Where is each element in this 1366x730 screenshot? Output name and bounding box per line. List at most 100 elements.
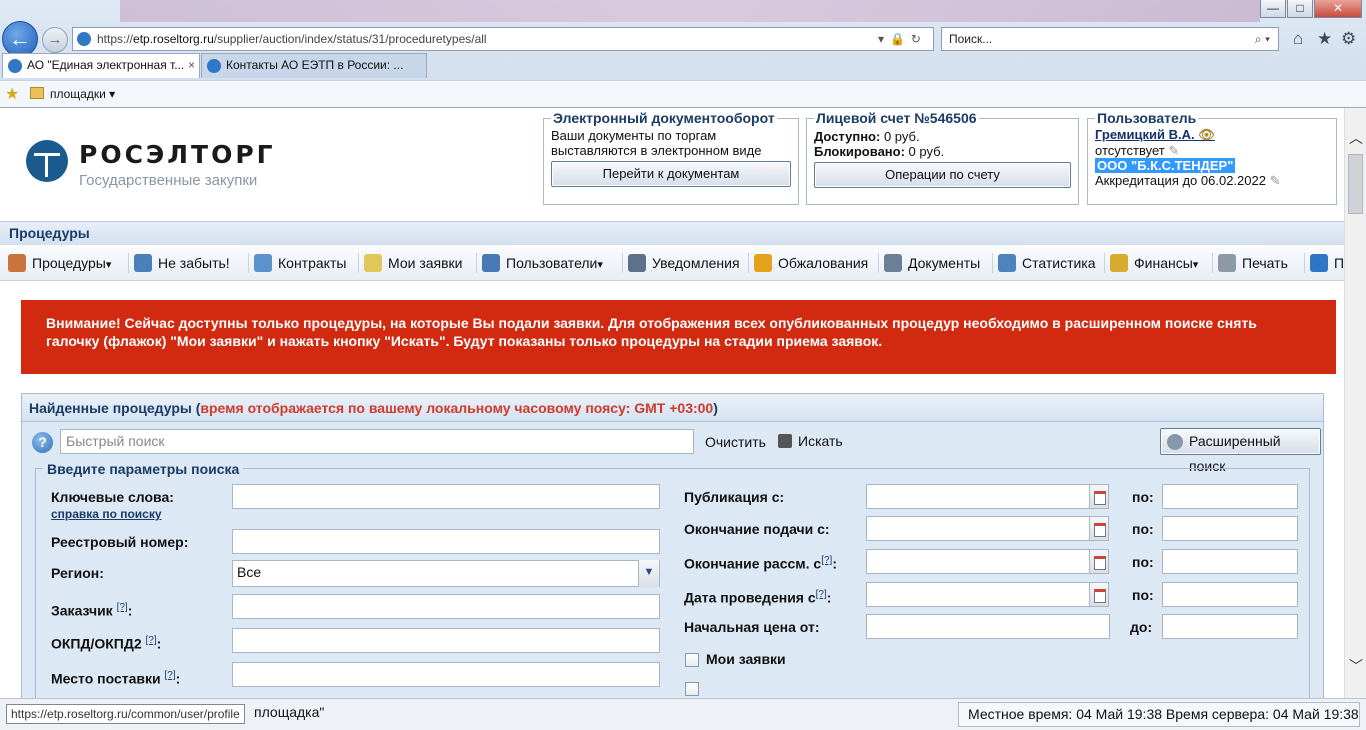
review-end-to-input[interactable] — [1162, 549, 1298, 574]
menu-separator — [128, 253, 129, 273]
go-to-documents-button[interactable]: Перейти к документам — [551, 161, 791, 187]
menu-icon-3 — [364, 254, 382, 272]
start-price-from-input[interactable] — [866, 614, 1110, 639]
delivery-input[interactable] — [232, 662, 660, 687]
menu-item-label: Печать — [1242, 255, 1288, 271]
user-org[interactable]: ООО "Б.К.С.ТЕНДЕР" — [1095, 158, 1236, 173]
edo-line-2: выставляются в электронном виде — [551, 143, 762, 158]
menu-item-label: Мои заявки — [388, 255, 463, 271]
panel-title-close: ) — [713, 400, 718, 416]
account-operations-button[interactable]: Операции по счету — [814, 162, 1071, 188]
okpd-hint-link[interactable]: [?] — [146, 635, 157, 646]
menu-item-2[interactable]: Контракты — [254, 245, 346, 280]
menu-item-5[interactable]: Уведомления — [628, 245, 740, 280]
tab-favicon-icon — [207, 59, 221, 73]
search-button-label: Искать — [798, 433, 843, 449]
delivery-hint-link[interactable]: [?] — [165, 670, 176, 681]
forward-arrow-icon[interactable]: → — [42, 27, 68, 53]
menu-item-6[interactable]: Обжалования — [754, 245, 868, 280]
menu-item-9[interactable]: Финансы▾ — [1110, 245, 1198, 280]
back-arrow-icon[interactable]: ← — [2, 21, 38, 57]
review-end-from-input[interactable] — [866, 549, 1091, 574]
held-date-hint-link[interactable]: [?] — [816, 589, 827, 600]
delivery-colon: : — [175, 670, 181, 687]
chevron-up-icon[interactable]: ︿ — [1349, 128, 1363, 148]
pencil-icon[interactable]: ✎ — [1168, 143, 1179, 158]
calendar-icon[interactable] — [1089, 484, 1109, 509]
address-tools-icons[interactable]: ▾🔒↻ — [878, 28, 927, 50]
chevron-down-icon[interactable]: ﹀ — [1349, 656, 1363, 676]
customer-input[interactable] — [232, 594, 660, 619]
browser-chrome: — □ ✕ ← → https://etp.roseltorg.ru/suppl… — [0, 0, 1366, 108]
start-price-to-input[interactable] — [1162, 614, 1298, 639]
okpd-input[interactable] — [232, 628, 660, 653]
second-checkbox[interactable] — [685, 682, 699, 696]
favorites-star-icon[interactable]: ★ — [1317, 29, 1332, 49]
roseltorg-logo-icon[interactable] — [26, 140, 68, 182]
submit-end-from-label: Окончание подачи с: — [684, 521, 830, 537]
user-name-link[interactable]: Гремицкий В.А. 👁 — [1095, 127, 1329, 143]
maximize-button[interactable]: □ — [1287, 0, 1313, 18]
pencil-icon[interactable]: ✎ — [1270, 173, 1281, 188]
blocked-value: 0 руб. — [904, 144, 945, 159]
menu-icon-0 — [8, 254, 26, 272]
favorites-add-icon[interactable]: ★ — [5, 84, 19, 104]
search-button[interactable]: Искать — [778, 433, 843, 449]
advanced-search-button[interactable]: Расширенный поиск — [1160, 428, 1321, 474]
submit-end-to-input[interactable] — [1162, 516, 1298, 541]
published-to-input[interactable] — [1162, 484, 1298, 509]
menu-item-label: Не забыть! — [158, 255, 230, 271]
help-icon[interactable]: ? — [32, 432, 53, 453]
address-bar[interactable]: https://etp.roseltorg.ru/supplier/auctio… — [72, 27, 934, 51]
address-host: etp.roseltorg.ru — [133, 32, 214, 46]
held-date-to-input[interactable] — [1162, 582, 1298, 607]
status-url-tooltip: https://etp.roseltorg.ru/common/user/pro… — [6, 704, 245, 724]
menu-item-label: Финансы — [1134, 255, 1193, 271]
menu-item-0[interactable]: Процедуры▾ — [8, 245, 111, 280]
calendar-icon[interactable] — [1089, 549, 1109, 574]
delivery-label: Место поставки [?]: — [51, 670, 180, 687]
my-bids-checkbox[interactable] — [685, 653, 699, 667]
browser-search-input[interactable]: Поиск... ⌕ ▾ — [941, 27, 1279, 51]
favorites-folder-ploshchadki[interactable]: площадки ▾ — [50, 87, 115, 101]
chevron-down-icon[interactable]: ▼ — [638, 560, 659, 587]
search-icon[interactable]: ⌕ ▾ — [1255, 28, 1270, 50]
submit-end-from-input[interactable] — [866, 516, 1091, 541]
menu-item-7[interactable]: Документы — [884, 245, 980, 280]
eye-icon[interactable]: 👁 — [1198, 127, 1215, 142]
minimize-button[interactable]: — — [1260, 0, 1286, 18]
page-scrollbar[interactable]: ︿ ﹀ — [1344, 108, 1366, 698]
menu-item-11[interactable]: По — [1310, 245, 1344, 280]
published-from-label: Публикация с: — [684, 489, 785, 505]
held-date-to-label: по: — [1132, 587, 1154, 603]
home-icon[interactable]: ⌂ — [1293, 29, 1303, 49]
menu-item-8[interactable]: Статистика — [998, 245, 1096, 280]
region-select[interactable]: Все ▼ — [232, 560, 660, 587]
calendar-icon[interactable] — [1089, 516, 1109, 541]
search-help-link[interactable]: справка по поиску — [51, 507, 162, 521]
quick-search-input[interactable]: Быстрый поиск — [60, 429, 694, 454]
tab-close-icon[interactable]: × — [188, 54, 195, 77]
settings-gear-icon[interactable]: ⚙ — [1341, 29, 1356, 49]
tab-contacts[interactable]: Контакты АО ЕЭТП в России: ... — [201, 53, 427, 78]
menu-item-4[interactable]: Пользователи▾ — [482, 245, 603, 280]
menu-item-1[interactable]: Не забыть! — [134, 245, 230, 280]
scrollbar-thumb[interactable] — [1348, 154, 1363, 214]
logo-name[interactable]: РОСЭЛТОРГ — [79, 140, 276, 169]
tab-roseltorg[interactable]: АО "Единая электронная т... × — [2, 53, 200, 78]
submit-end-to-label: по: — [1132, 521, 1154, 537]
accreditation-date: Аккредитация до 06.02.2022 — [1095, 173, 1266, 188]
calendar-icon[interactable] — [1089, 582, 1109, 607]
available-value: 0 руб. — [880, 129, 920, 144]
published-from-input[interactable] — [866, 484, 1091, 509]
customer-hint-link[interactable]: [?] — [117, 602, 128, 613]
user-status-row: отсутствует ✎ — [1095, 143, 1329, 158]
registry-number-input[interactable] — [232, 529, 660, 554]
menu-item-3[interactable]: Мои заявки — [364, 245, 463, 280]
held-date-from-input[interactable] — [866, 582, 1091, 607]
review-end-hint-link[interactable]: [?] — [821, 555, 832, 566]
clear-button[interactable]: Очистить — [705, 434, 766, 450]
keywords-input[interactable] — [232, 484, 660, 509]
menu-item-10[interactable]: Печать — [1218, 245, 1288, 280]
close-window-button[interactable]: ✕ — [1314, 0, 1362, 18]
